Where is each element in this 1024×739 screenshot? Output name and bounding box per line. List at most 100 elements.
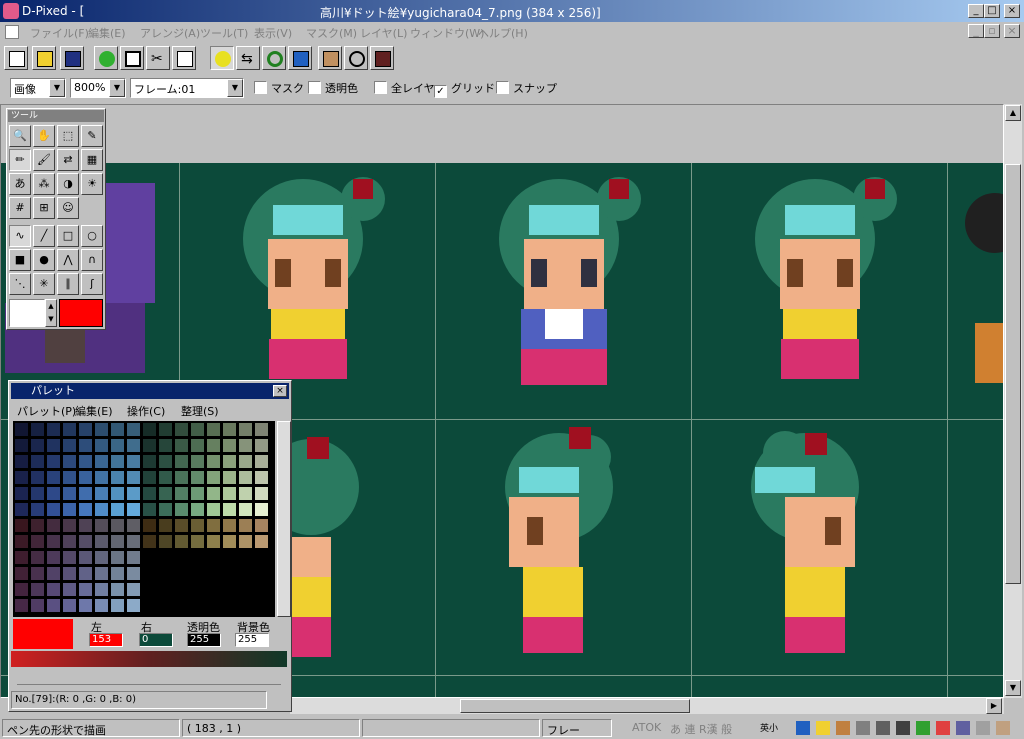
palette-swatch[interactable]: [142, 534, 157, 549]
palette-swatch[interactable]: [46, 438, 61, 453]
palette-swatch[interactable]: [110, 566, 125, 581]
menu-help[interactable]: ヘルプ(H): [478, 25, 528, 41]
sun-tool-button[interactable]: [210, 46, 234, 70]
palette-swatch[interactable]: [158, 438, 173, 453]
palette-swatch[interactable]: [110, 550, 125, 565]
palette-swatch[interactable]: [142, 582, 157, 597]
palette-swatch[interactable]: [254, 534, 269, 549]
palette-swatch[interactable]: [206, 422, 221, 437]
palette-swatch[interactable]: [238, 438, 253, 453]
open-file-button[interactable]: [32, 46, 56, 70]
ime-mode[interactable]: あ 連 R漢 般: [666, 719, 736, 737]
palette-swatch[interactable]: [110, 598, 125, 613]
palette-swatch[interactable]: [78, 582, 93, 597]
palette-swatch[interactable]: [142, 470, 157, 485]
ime-indicator[interactable]: ATOK: [628, 719, 665, 737]
palette-swatch[interactable]: [174, 438, 189, 453]
cut-button[interactable]: ✂: [146, 46, 170, 70]
palette-swatch[interactable]: [222, 438, 237, 453]
palette-swatch[interactable]: [110, 518, 125, 533]
palette-close-button[interactable]: ×: [273, 385, 287, 397]
brush-size-preview[interactable]: [9, 299, 45, 327]
palette-swatch[interactable]: [62, 582, 77, 597]
ime-extra[interactable]: 英小: [756, 719, 782, 737]
gradient-slider[interactable]: [17, 673, 281, 685]
palette-swatch[interactable]: [190, 598, 205, 613]
brightness-tool[interactable]: ☀: [81, 173, 103, 195]
palette-swatch[interactable]: [174, 502, 189, 517]
palette-swatch[interactable]: [254, 438, 269, 453]
palette-swatch[interactable]: [190, 470, 205, 485]
palette-swatch[interactable]: [94, 518, 109, 533]
palette-swatch[interactable]: [174, 422, 189, 437]
palette-swatch[interactable]: [238, 422, 253, 437]
palette-swatch[interactable]: [158, 566, 173, 581]
palette-swatch[interactable]: [206, 534, 221, 549]
palette-swatch[interactable]: [30, 502, 45, 517]
palette-swatch[interactable]: [142, 550, 157, 565]
palette-swatch[interactable]: [94, 598, 109, 613]
palette-swatch[interactable]: [222, 422, 237, 437]
palette-swatch[interactable]: [30, 550, 45, 565]
child-close-button[interactable]: ×: [1004, 24, 1020, 38]
tray-icon[interactable]: [896, 721, 910, 735]
palette-swatch[interactable]: [78, 534, 93, 549]
mask-checkbox[interactable]: マスク: [254, 80, 304, 96]
palette-swatch[interactable]: [174, 470, 189, 485]
polyline-tool[interactable]: ⋀: [57, 249, 79, 271]
palette-swatch[interactable]: [62, 598, 77, 613]
palette-swatch[interactable]: [126, 518, 141, 533]
tray-icon[interactable]: [976, 721, 990, 735]
palette-swatch[interactable]: [126, 486, 141, 501]
palette-swatch[interactable]: [62, 486, 77, 501]
tray-icon[interactable]: [816, 721, 830, 735]
paste-button[interactable]: [172, 46, 196, 70]
palette-swatch[interactable]: [190, 438, 205, 453]
palette-swatch[interactable]: [126, 502, 141, 517]
palette-swatch[interactable]: [46, 518, 61, 533]
palette-swatch[interactable]: [46, 470, 61, 485]
palette-swatch[interactable]: [158, 502, 173, 517]
palette-swatch[interactable]: [190, 422, 205, 437]
palette-swatch[interactable]: [94, 486, 109, 501]
palette-swatch[interactable]: [94, 566, 109, 581]
palette-swatch[interactable]: [254, 550, 269, 565]
palette-swatch[interactable]: [78, 470, 93, 485]
palette-swatch[interactable]: [222, 566, 237, 581]
scroll-down-arrow[interactable]: ▼: [1005, 680, 1021, 696]
child-minimize-button[interactable]: _: [968, 24, 984, 38]
palette-swatch[interactable]: [174, 598, 189, 613]
palette-swatch[interactable]: [238, 598, 253, 613]
tray-icon[interactable]: [876, 721, 890, 735]
palette-swatch[interactable]: [190, 534, 205, 549]
mode-select[interactable]: 画像 ▼: [10, 78, 66, 98]
palette-swatch[interactable]: [142, 454, 157, 469]
palette-menu-operation[interactable]: 操作(C): [127, 403, 165, 419]
line-tool[interactable]: ╱: [33, 225, 55, 247]
scroll-thumb[interactable]: [1005, 164, 1021, 584]
palette-swatch[interactable]: [110, 454, 125, 469]
contrast-tool[interactable]: ◑: [57, 173, 79, 195]
palette-swatch[interactable]: [222, 518, 237, 533]
palette-swatch[interactable]: [110, 470, 125, 485]
palette-swatch[interactable]: [222, 534, 237, 549]
scroll-up-arrow[interactable]: ▲: [1005, 105, 1021, 121]
brush-tool[interactable]: 🖌: [33, 149, 55, 171]
fg-color-chip[interactable]: [59, 299, 103, 327]
palette-swatch[interactable]: [62, 550, 77, 565]
palette-swatch[interactable]: [94, 438, 109, 453]
palette-swatch[interactable]: [78, 422, 93, 437]
mirror-button[interactable]: ⇆: [236, 46, 260, 70]
palette-swatch[interactable]: [110, 534, 125, 549]
palette-swatch[interactable]: [30, 470, 45, 485]
palette-menu-organize[interactable]: 整理(S): [181, 403, 219, 419]
palette-swatch[interactable]: [254, 582, 269, 597]
palette-swatch[interactable]: [142, 518, 157, 533]
tray-icon[interactable]: [856, 721, 870, 735]
palette-swatch[interactable]: [222, 550, 237, 565]
brush-size-spinner[interactable]: ▲ ▼: [45, 299, 57, 327]
palette-swatch[interactable]: [14, 598, 29, 613]
palette-swatch[interactable]: [78, 438, 93, 453]
starburst-tool[interactable]: ✳: [33, 273, 55, 295]
scroll-right-arrow[interactable]: ▶: [986, 698, 1002, 714]
